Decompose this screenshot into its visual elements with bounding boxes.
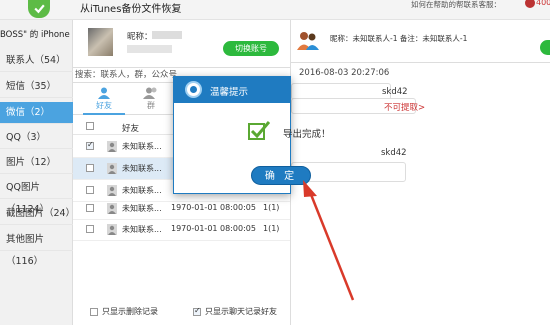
sidebar-item-qq[interactable]: QQ（3） xyxy=(0,127,73,149)
check-logo-icon xyxy=(33,4,45,13)
qq-number[interactable]: 4000 xyxy=(536,0,550,7)
contact-name: 未知联系... xyxy=(122,186,162,195)
device-name: BOSS" 的 iPhone xyxy=(0,30,70,40)
switch-account-button[interactable]: 切换账号 xyxy=(223,41,279,56)
app-logo xyxy=(28,0,50,18)
help-text: 如何在帮助的帮联系客服： xyxy=(411,0,501,9)
contact-avatar-icon xyxy=(107,185,117,196)
info-icon xyxy=(185,81,202,98)
export-button[interactable] xyxy=(540,40,550,55)
sidebar-item-wechat[interactable]: 微信（2） xyxy=(0,102,73,124)
nickname-label: 昵称： xyxy=(127,32,153,42)
message-bubble: 不可提取> xyxy=(291,98,425,114)
contacts-icon xyxy=(297,32,319,50)
column-friends: 好友 xyxy=(122,124,140,134)
contact-name: 未知联系... xyxy=(122,225,162,234)
tab-group-label: 群 xyxy=(147,101,155,110)
message-link[interactable]: 不可提取> xyxy=(384,103,425,113)
contact-name: 未知联系... xyxy=(122,204,162,213)
message-text: skd42 xyxy=(381,148,407,158)
sidebar-item-other-photos[interactable]: 其他图片（116） xyxy=(0,229,73,267)
deleted-only-label: 只显示删除记录 xyxy=(102,307,158,316)
dialog-title: 温馨提示 xyxy=(210,87,249,98)
tab-group[interactable]: 群 xyxy=(136,84,166,111)
contact-name: 未知联系... xyxy=(122,164,162,173)
chat-contact-info: 昵称：未知联系人-1 备注：未知联系人-1 xyxy=(330,34,468,43)
contact-avatar-icon xyxy=(107,203,117,214)
message-timestamp: 2016-08-03 20:27:06 xyxy=(299,68,390,78)
message-count: 1(1) xyxy=(263,203,280,212)
account-avatar xyxy=(88,28,113,56)
chat-friends-only-label: 只显示聊天记录好友 xyxy=(205,307,277,316)
title-bar: 从iTunes备份文件恢复 如何在帮助的帮联系客服： 4000 xyxy=(0,0,550,20)
last-time: 1970-01-01 08:00:05 xyxy=(171,224,256,233)
message-count: 1(1) xyxy=(263,224,280,233)
group-icon xyxy=(143,87,157,99)
dialog-title-bar: 温馨提示 xyxy=(174,77,290,103)
message-bubble: skd42 xyxy=(291,145,407,162)
success-check-icon xyxy=(248,121,270,140)
window-title: 从iTunes备份文件恢复 xyxy=(80,4,182,15)
contact-name: 未知联系... xyxy=(122,142,162,151)
sidebar-item-photos[interactable]: 图片（12） xyxy=(0,152,73,174)
row-checkbox[interactable] xyxy=(86,186,94,194)
contact-avatar-icon xyxy=(107,224,117,235)
tab-friends[interactable]: 好友 xyxy=(83,84,125,115)
account-id xyxy=(127,45,172,53)
row-checkbox[interactable] xyxy=(86,225,94,233)
export-dialog: 温馨提示 导出完成！ 确 定 xyxy=(173,76,331,194)
qq-icon[interactable] xyxy=(525,0,535,8)
message-text: skd42 xyxy=(382,87,408,97)
tab-friends-label: 好友 xyxy=(96,101,112,110)
chat-friends-only-checkbox[interactable] xyxy=(193,306,201,316)
sidebar-item-qq-photos[interactable]: QQ图片（1124） xyxy=(0,177,73,215)
confirm-button[interactable]: 确 定 xyxy=(251,166,311,185)
last-time: 1970-01-01 08:00:05 xyxy=(171,203,256,212)
row-checkbox[interactable] xyxy=(86,204,94,212)
nickname-value xyxy=(152,31,182,39)
sidebar-item-contacts[interactable]: 联系人（54） xyxy=(0,50,73,72)
table-row[interactable]: 未知联系... 1970-01-01 08:00:05 1(1) xyxy=(73,219,290,241)
contact-avatar-icon xyxy=(107,141,117,152)
person-icon xyxy=(98,87,110,99)
dialog-message: 导出完成！ xyxy=(283,129,331,140)
deleted-only-checkbox[interactable] xyxy=(90,308,98,316)
contact-avatar-icon xyxy=(107,163,117,174)
sidebar-item-screenshots[interactable]: 截图图片（24） xyxy=(0,203,75,225)
row-checkbox[interactable] xyxy=(86,164,94,172)
sidebar-item-sms[interactable]: 短信（35） xyxy=(0,76,73,98)
row-checkbox[interactable] xyxy=(86,140,94,150)
table-row[interactable]: 未知联系... 1970-01-01 08:00:05 1(1) xyxy=(73,198,290,220)
select-all-checkbox[interactable] xyxy=(86,122,94,130)
